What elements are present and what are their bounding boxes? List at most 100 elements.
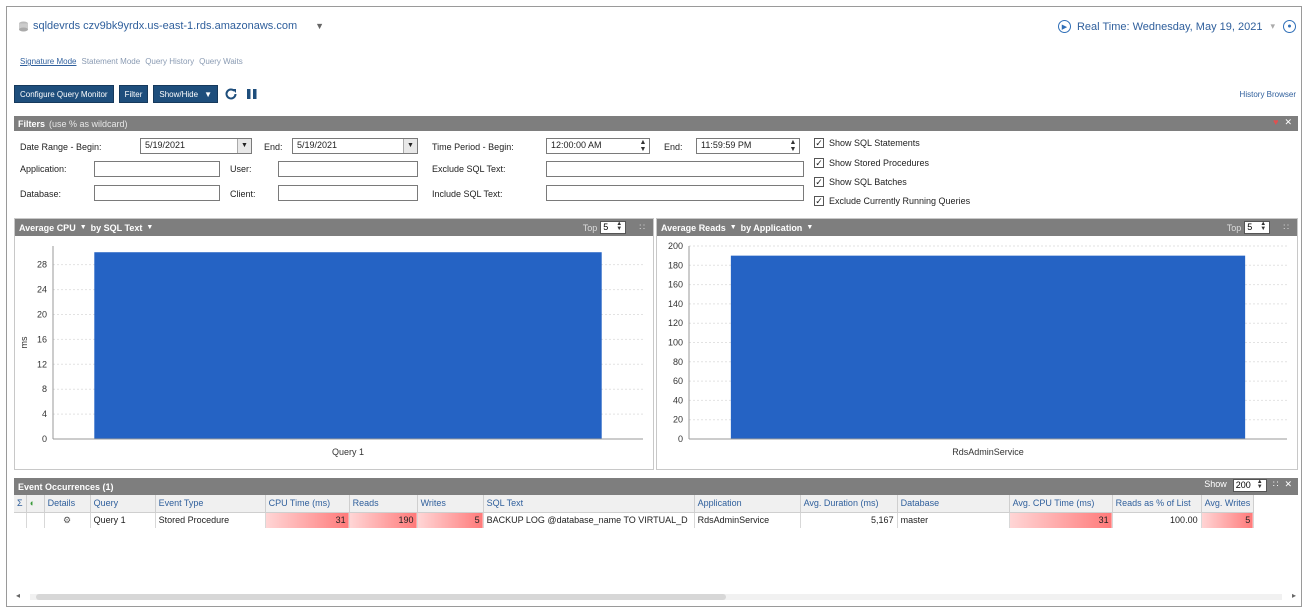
checkbox-checked-icon: ✓ bbox=[814, 158, 824, 168]
column-header-cpu-time-col[interactable]: CPU Time (ms) bbox=[265, 495, 350, 513]
drag-handle-icon[interactable]: ∷ bbox=[1283, 222, 1289, 233]
column-header-details-col[interactable]: Details bbox=[44, 495, 91, 513]
column-header-sql-text-col[interactable]: SQL Text bbox=[483, 495, 695, 513]
column-header-expand-col[interactable]: ◐ bbox=[26, 495, 45, 513]
chevron-down-icon[interactable]: ▼ bbox=[403, 139, 417, 153]
column-header-application-col[interactable]: Application bbox=[694, 495, 801, 513]
column-header-reads-pct-col[interactable]: Reads as % of List bbox=[1112, 495, 1202, 513]
y-tick-label: 4 bbox=[42, 409, 47, 419]
column-header-avg-cpu-time-col[interactable]: Avg. CPU Time (ms) bbox=[1009, 495, 1113, 513]
database-input[interactable] bbox=[94, 185, 220, 201]
pin-icon[interactable]: ♥ bbox=[1273, 117, 1278, 128]
show-sql-batches-checkbox[interactable]: ✓ Show SQL Batches bbox=[814, 177, 907, 187]
column-header-database-col[interactable]: Database bbox=[897, 495, 1010, 513]
spinner-icon[interactable]: ▲ ▼ bbox=[787, 139, 799, 153]
date-end-value: 5/19/2021 bbox=[297, 140, 338, 150]
checkbox-label: Exclude Currently Running Queries bbox=[829, 196, 971, 206]
cell-cpu-time-col: 31 bbox=[265, 512, 350, 528]
bar[interactable] bbox=[94, 252, 602, 439]
history-browser-link[interactable]: History Browser bbox=[1240, 90, 1296, 99]
column-header-event-type-col[interactable]: Event Type bbox=[155, 495, 266, 513]
y-tick-label: 20 bbox=[37, 309, 47, 319]
tab-statement-mode[interactable]: Statement Mode bbox=[81, 57, 140, 66]
table-row[interactable]: ⚙ Query 1 Stored Procedure 31 190 5 BACKUP LOG… bbox=[14, 512, 1255, 528]
top-n-input[interactable]: 5 ▲ ▼ bbox=[1244, 221, 1271, 234]
scroll-right-icon[interactable]: ▸ bbox=[1292, 591, 1296, 600]
realtime-label: Real Time: Wednesday, May 19, 2021 bbox=[1076, 20, 1263, 33]
server-selector[interactable]: sqldevrds czv9bk9yrdx.us-east-1.rds.amaz… bbox=[18, 20, 324, 32]
date-range-begin-label: Date Range - Begin: bbox=[20, 142, 102, 152]
filters-hint: (use % as wildcard) bbox=[49, 118, 128, 129]
column-header-avg-duration-col[interactable]: Avg. Duration (ms) bbox=[800, 495, 898, 513]
y-tick-label: 20 bbox=[673, 415, 683, 425]
dropdown-icon[interactable]: ▼ bbox=[730, 224, 737, 231]
show-stored-procedures-checkbox[interactable]: ✓ Show Stored Procedures bbox=[814, 158, 929, 168]
refresh-icon[interactable] bbox=[223, 86, 239, 102]
column-header-reads-col[interactable]: Reads bbox=[349, 495, 418, 513]
spinner-icon[interactable]: ▲ ▼ bbox=[613, 221, 625, 233]
date-begin-value: 5/19/2021 bbox=[145, 140, 186, 150]
filter-button[interactable]: Filter bbox=[118, 85, 149, 103]
time-begin-field[interactable]: 12:00:00 AM ▲ ▼ bbox=[546, 138, 650, 154]
y-tick-label: 160 bbox=[668, 280, 683, 290]
chart-header: Average CPU ▼ by SQL Text ▼ Top 5 ▲ ▼ ∷ bbox=[15, 219, 653, 236]
top-label: Top bbox=[582, 222, 598, 233]
time-end-field[interactable]: 11:59:59 PM ▲ ▼ bbox=[696, 138, 800, 154]
y-tick-label: 24 bbox=[37, 285, 47, 295]
drag-handle-icon[interactable]: ∷ bbox=[639, 222, 645, 233]
tab-signature-mode[interactable]: Signature Mode bbox=[20, 57, 76, 66]
show-sql-statements-checkbox[interactable]: ✓ Show SQL Statements bbox=[814, 138, 920, 148]
chart-grouping[interactable]: by Application bbox=[741, 223, 803, 233]
column-header-query-col[interactable]: Query bbox=[90, 495, 156, 513]
tab-query-history[interactable]: Query History bbox=[145, 57, 194, 66]
include-sql-input[interactable] bbox=[546, 185, 804, 201]
close-icon[interactable]: ✕ bbox=[1284, 117, 1292, 128]
exclude-sql-input[interactable] bbox=[546, 161, 804, 177]
scroll-thumb[interactable] bbox=[36, 594, 726, 600]
bar[interactable] bbox=[730, 255, 1246, 439]
chart-metric[interactable]: Average CPU bbox=[19, 223, 76, 233]
scroll-left-icon[interactable]: ◂ bbox=[16, 591, 20, 600]
date-end-field[interactable]: 5/19/2021 ▼ bbox=[292, 138, 418, 154]
application-input[interactable] bbox=[94, 161, 220, 177]
top-n-input[interactable]: 5 ▲ ▼ bbox=[600, 221, 627, 234]
user-input[interactable] bbox=[278, 161, 418, 177]
database-icon bbox=[19, 21, 28, 31]
time-period-begin-label: Time Period - Begin: bbox=[432, 142, 514, 152]
dropdown-icon[interactable]: ▼ bbox=[80, 224, 87, 231]
caret-icon[interactable]: ▾ bbox=[1270, 21, 1275, 32]
y-tick-label: 100 bbox=[668, 338, 683, 348]
show-hide-button[interactable]: Show/Hide ▼ bbox=[153, 85, 218, 103]
client-input[interactable] bbox=[278, 185, 418, 201]
chart-grouping[interactable]: by SQL Text bbox=[91, 223, 143, 233]
y-tick-label: 80 bbox=[673, 357, 683, 367]
dropdown-icon[interactable]: ▼ bbox=[806, 224, 813, 231]
cell-avg-duration-col: 5,167 bbox=[800, 512, 898, 528]
spinner-icon[interactable]: ▲ ▼ bbox=[1257, 221, 1269, 233]
refresh-circle-icon[interactable]: ● bbox=[1283, 20, 1296, 33]
checkbox-label: Show SQL Statements bbox=[829, 138, 920, 148]
realtime-selector[interactable]: ▶ Real Time: Wednesday, May 19, 2021 ▾ ● bbox=[1057, 20, 1296, 33]
y-tick-label: 180 bbox=[668, 260, 683, 270]
exclude-running-queries-checkbox[interactable]: ✓ Exclude Currently Running Queries bbox=[814, 196, 970, 206]
play-icon[interactable]: ▶ bbox=[1057, 20, 1071, 33]
column-header-writes-col[interactable]: Writes bbox=[417, 495, 484, 513]
cell-reads-pct-col: 100.00 bbox=[1112, 512, 1202, 528]
tab-query-waits[interactable]: Query Waits bbox=[199, 57, 243, 66]
pause-icon[interactable] bbox=[244, 86, 260, 102]
add-column-icon[interactable]: ◐ bbox=[30, 498, 35, 508]
spinner-icon[interactable]: ▲ ▼ bbox=[637, 139, 649, 153]
column-header-avg-writes-col[interactable]: Avg. Writes bbox=[1201, 495, 1255, 513]
cell-sum-col bbox=[14, 512, 27, 528]
configure-query-monitor-button[interactable]: Configure Query Monitor bbox=[14, 85, 114, 103]
column-header-sum-col[interactable]: Σ bbox=[14, 495, 27, 513]
horizontal-scrollbar[interactable]: ◂ ▸ bbox=[16, 591, 1296, 601]
chevron-down-icon[interactable]: ▼ bbox=[237, 139, 251, 153]
chart-metric[interactable]: Average Reads bbox=[661, 223, 726, 233]
details-icon[interactable]: ⚙ bbox=[63, 515, 71, 525]
date-begin-field[interactable]: 5/19/2021 ▼ bbox=[140, 138, 252, 154]
chevron-down-icon[interactable]: ▼ bbox=[315, 21, 324, 31]
dropdown-icon[interactable]: ▼ bbox=[146, 224, 153, 231]
y-tick-label: 8 bbox=[42, 384, 47, 394]
cell-details-col[interactable]: ⚙ bbox=[44, 512, 91, 528]
